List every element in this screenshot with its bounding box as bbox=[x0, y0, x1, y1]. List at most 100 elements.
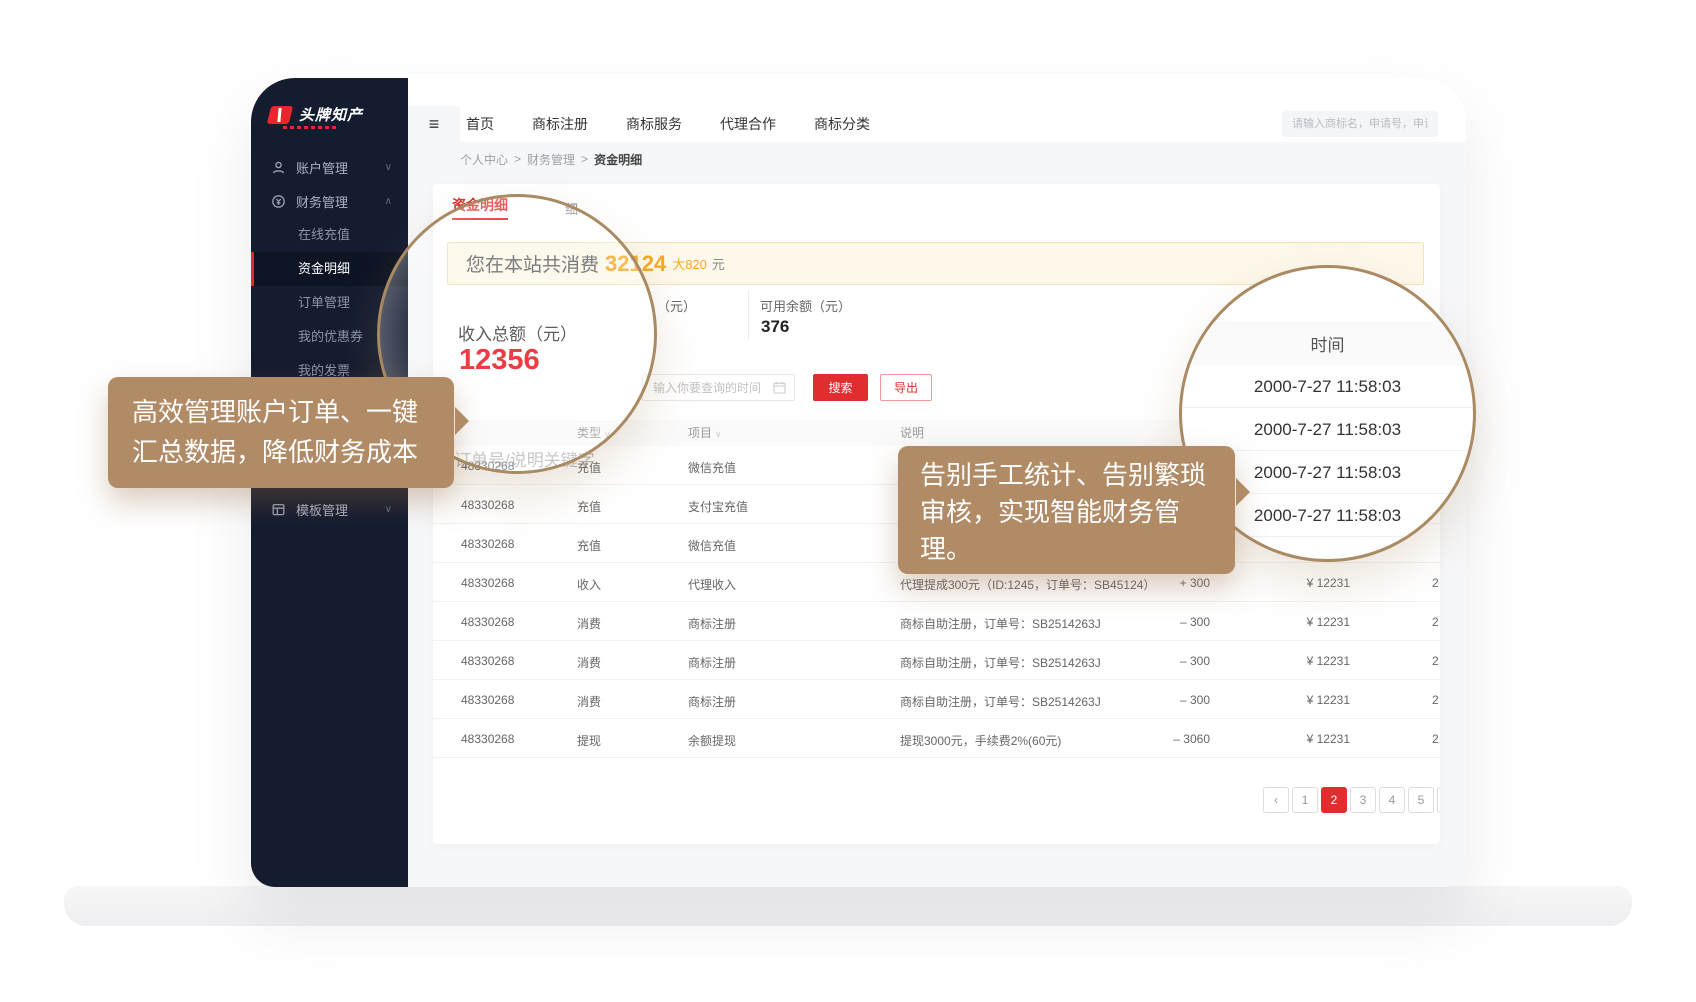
nav-item-商标分类[interactable]: 商标分类 bbox=[814, 114, 870, 134]
sidebar-item-label: 账户管理 bbox=[296, 158, 348, 177]
cell-bal: ¥ 12231 bbox=[1250, 576, 1350, 590]
breadcrumb-item[interactable]: 个人中心 bbox=[460, 151, 508, 168]
nav-item-首页[interactable]: 首页 bbox=[466, 114, 494, 134]
cell-time: 2 bbox=[1432, 576, 1439, 590]
main-nav: 首页 商标注册 商标服务 代理合作 商标分类 bbox=[466, 106, 870, 142]
table-row[interactable]: 48330268消费商标注册商标自助注册，订单号：SB2514263J– 300… bbox=[433, 602, 1440, 641]
table-row[interactable]: 48330268 提现 余额提现 提现3000元，手续费2%(60元) – 3060 ¥ … bbox=[433, 719, 1440, 758]
cell-type: 收入 bbox=[577, 576, 601, 593]
cell-time: 2 bbox=[1432, 732, 1439, 746]
cell-item: 商标注册 bbox=[688, 654, 736, 671]
cell-desc: 商标自助注册，订单号：SB2514263J bbox=[900, 693, 1101, 710]
table-row[interactable]: 48330268 消费 商标注册 商标自助注册，订单号：SB2514263J – 300… bbox=[433, 680, 1440, 719]
sidebar-item-label: 模板管理 bbox=[296, 500, 348, 519]
prev-page-button[interactable]: ‹ bbox=[1263, 787, 1289, 813]
cell-bal: ¥ 12231 bbox=[1250, 693, 1350, 707]
cell-order: 48330268 bbox=[461, 498, 514, 512]
page-button-5[interactable]: 5 bbox=[1408, 787, 1434, 813]
cell-item: 微信充值 bbox=[688, 537, 736, 554]
cell-order: 48330268 bbox=[461, 537, 514, 551]
cell-bal: ¥ 12231 bbox=[1250, 615, 1350, 629]
cell-item: 支付宝充值 bbox=[688, 498, 748, 515]
search-input[interactable] bbox=[1282, 111, 1438, 137]
logo-icon bbox=[267, 106, 293, 124]
pagination: ‹12345 bbox=[1263, 787, 1440, 813]
sort-caret-icon: ∨ bbox=[715, 429, 722, 439]
tooltip-left: 高效管理账户订单、一键 汇总数据，降低财务成本 bbox=[108, 377, 454, 488]
cell-type: 提现 bbox=[577, 732, 601, 749]
cell-order: 48330268 bbox=[461, 576, 514, 590]
banner-unit: 元 bbox=[712, 254, 725, 273]
search-button[interactable]: 搜索 bbox=[813, 374, 868, 401]
hamburger-menu-icon[interactable]: ≡ bbox=[408, 106, 460, 142]
cell-type: 充值 bbox=[577, 459, 601, 476]
breadcrumb-item[interactable]: 资金明细 bbox=[594, 151, 642, 168]
cell-order: 48330268 bbox=[461, 732, 514, 746]
cell-desc: 商标自助注册，订单号：SB2514263J bbox=[900, 654, 1101, 671]
cell-time: 2 bbox=[1432, 654, 1439, 668]
cell-amt: – 3060 bbox=[1110, 732, 1210, 746]
chevron-down-icon: ∨ bbox=[385, 504, 392, 515]
cell-item: 代理收入 bbox=[688, 576, 736, 593]
tooltip-right: 告别手工统计、告别繁琐 审核，实现智能财务管 理。 bbox=[898, 446, 1235, 574]
magnified-time-header: 时间 bbox=[1182, 321, 1473, 365]
stat-balance-value: 376 bbox=[761, 317, 789, 337]
time-filter-placeholder: 输入你要查询的时间 bbox=[653, 379, 773, 396]
nav-item-代理合作[interactable]: 代理合作 bbox=[720, 114, 776, 134]
sidebar-item-account[interactable]: 账户管理 ∨ bbox=[251, 150, 408, 184]
stat-divider bbox=[748, 290, 749, 340]
sidebar-subitem-资金明细[interactable]: 资金明细 bbox=[251, 252, 408, 286]
cell-type: 消费 bbox=[577, 693, 601, 710]
table-row[interactable]: 48330268消费商标注册商标自助注册，订单号：SB2514263J– 300… bbox=[433, 641, 1440, 680]
breadcrumb-separator: > bbox=[514, 152, 521, 166]
cell-amt: – 300 bbox=[1110, 654, 1210, 668]
logo-text: 头牌知产 bbox=[299, 104, 363, 125]
calendar-icon bbox=[773, 381, 786, 394]
page-button-1[interactable]: 1 bbox=[1292, 787, 1318, 813]
page-button-stub[interactable] bbox=[1437, 787, 1440, 813]
cell-amt: + 300 bbox=[1110, 576, 1210, 590]
cell-order: 48330268 bbox=[461, 693, 514, 707]
cell-time: 2 bbox=[1432, 615, 1439, 629]
column-header-item[interactable]: 项目∨ bbox=[688, 420, 722, 447]
banner-amount-small: 大820 bbox=[672, 254, 707, 273]
cell-order: 48330268 bbox=[461, 615, 514, 629]
logo[interactable]: 头牌知产 bbox=[269, 104, 363, 125]
cell-bal: ¥ 12231 bbox=[1250, 732, 1350, 746]
breadcrumb-item[interactable]: 财务管理 bbox=[527, 151, 575, 168]
logo-tagline bbox=[283, 126, 339, 129]
cell-desc: 商标自助注册，订单号：SB2514263J bbox=[900, 615, 1101, 632]
sidebar-item-template[interactable]: 模板管理 ∨ bbox=[251, 492, 408, 526]
cell-type: 充值 bbox=[577, 498, 601, 515]
cell-item: 余额提现 bbox=[688, 732, 736, 749]
cell-bal: ¥ 12231 bbox=[1250, 654, 1350, 668]
sidebar-subitem-在线充值[interactable]: 在线充值 bbox=[251, 218, 408, 252]
stat-expense-label: （元） bbox=[657, 296, 696, 315]
breadcrumb-separator: > bbox=[581, 152, 588, 166]
user-icon bbox=[271, 160, 286, 175]
cell-desc: 提现3000元，手续费2%(60元) bbox=[900, 732, 1061, 749]
finance-icon bbox=[271, 194, 286, 209]
nav-item-商标服务[interactable]: 商标服务 bbox=[626, 114, 682, 134]
chevron-up-icon: ∧ bbox=[385, 196, 392, 207]
sidebar-item-finance[interactable]: 财务管理 ∧ bbox=[251, 184, 408, 218]
topbar: ≡ 首页 商标注册 商标服务 代理合作 商标分类 bbox=[408, 106, 1466, 142]
sidebar-item-label: 财务管理 bbox=[296, 192, 348, 211]
breadcrumb: 个人中心 > 财务管理 > 资金明细 bbox=[460, 142, 642, 176]
cell-type: 充值 bbox=[577, 537, 601, 554]
laptop-base bbox=[64, 886, 1632, 926]
cell-amt: – 300 bbox=[1110, 693, 1210, 707]
export-button[interactable]: 导出 bbox=[880, 374, 932, 401]
time-filter-input[interactable]: 输入你要查询的时间 bbox=[642, 374, 795, 401]
cell-item: 微信充值 bbox=[688, 459, 736, 476]
page-button-2[interactable]: 2 bbox=[1321, 787, 1347, 813]
magnified-time-cell: 2000-7-27 11:58:03 bbox=[1182, 365, 1473, 408]
cell-item: 商标注册 bbox=[688, 615, 736, 632]
chevron-down-icon: ∨ bbox=[385, 162, 392, 173]
nav-item-商标注册[interactable]: 商标注册 bbox=[532, 114, 588, 134]
cell-item: 商标注册 bbox=[688, 693, 736, 710]
page-button-4[interactable]: 4 bbox=[1379, 787, 1405, 813]
template-icon bbox=[271, 502, 286, 517]
page-button-3[interactable]: 3 bbox=[1350, 787, 1376, 813]
magnified-time-cell: 2000-7-27 11:58:03 bbox=[1182, 408, 1473, 451]
